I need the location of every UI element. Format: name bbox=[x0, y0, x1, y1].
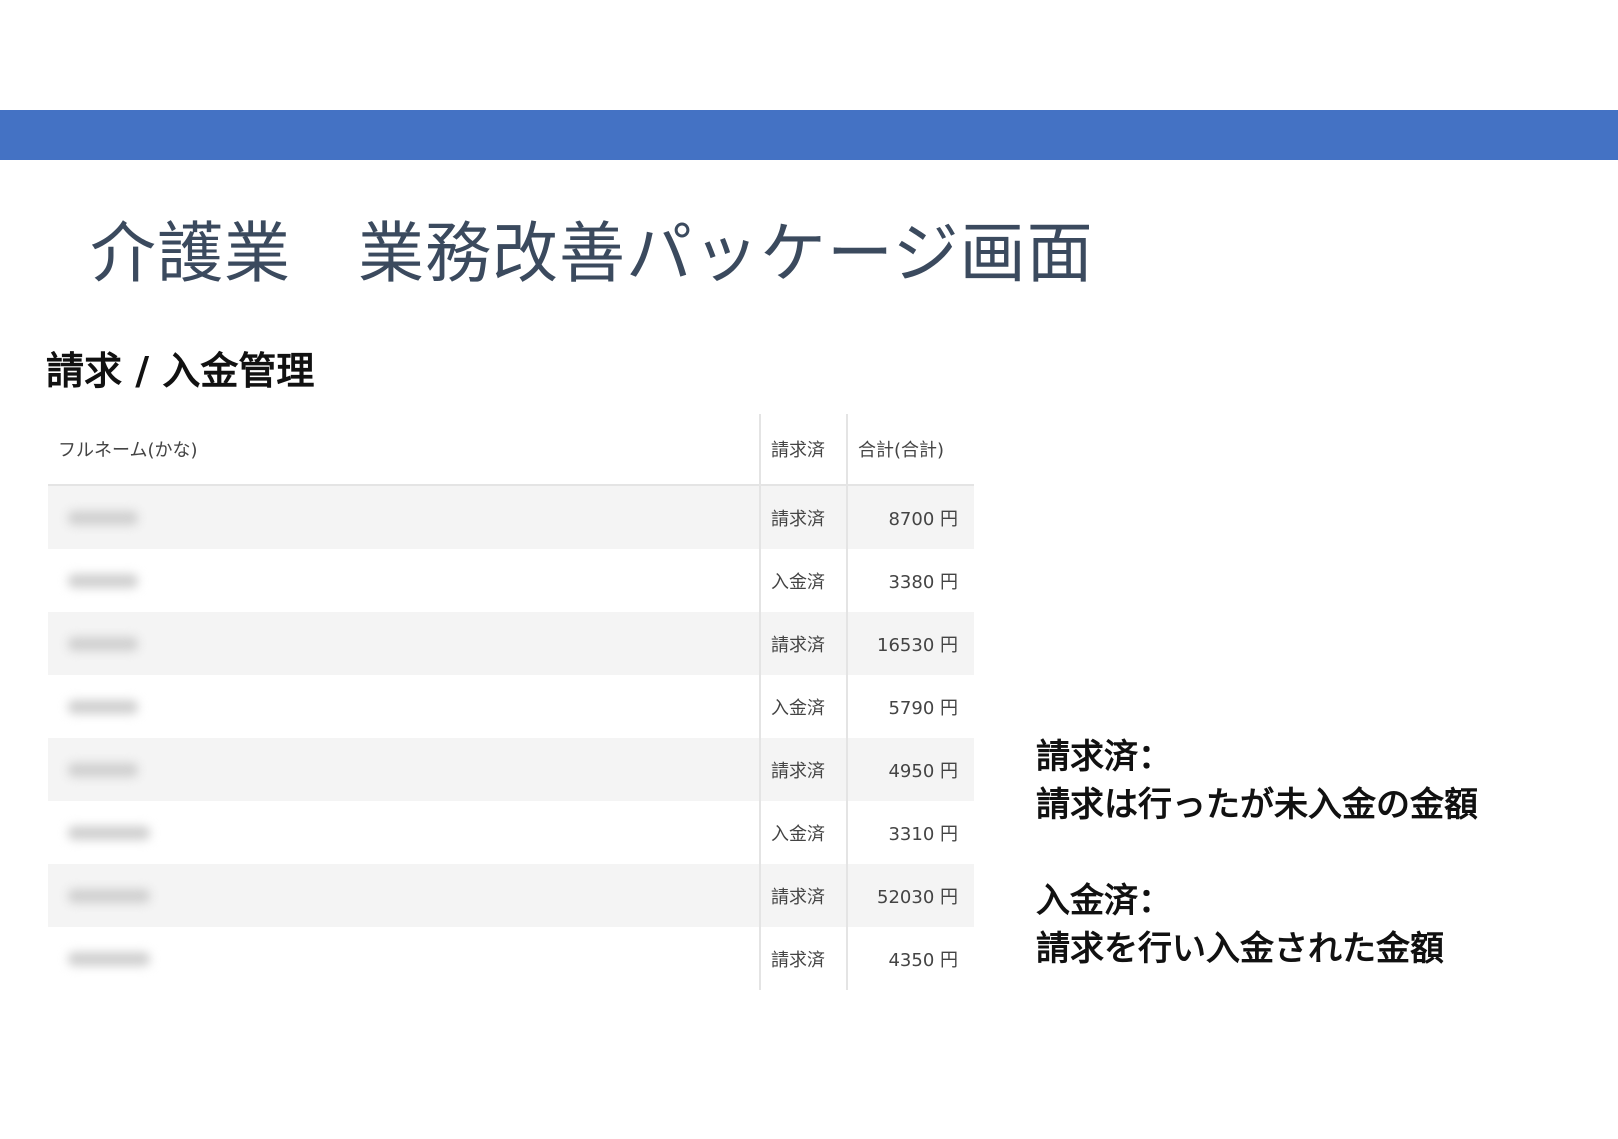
status-cell: 請求済 bbox=[759, 927, 847, 990]
legend-spacer bbox=[1036, 829, 1478, 877]
table-row[interactable]: 入金済 5790 円 bbox=[48, 675, 974, 738]
status-legend: 請求済： 請求は行ったが未入金の金額 入金済： 請求を行い入金された金額 bbox=[1036, 733, 1478, 973]
name-cell bbox=[48, 675, 760, 738]
redacted-name bbox=[68, 889, 150, 903]
table-row[interactable]: 請求済 4950 円 bbox=[48, 738, 974, 801]
column-header-total[interactable]: 合計(合計) bbox=[846, 414, 974, 486]
table-row[interactable]: 入金済 3380 円 bbox=[48, 549, 974, 612]
name-cell bbox=[48, 864, 760, 927]
total-cell: 16530 円 bbox=[846, 612, 974, 675]
total-cell: 5790 円 bbox=[846, 675, 974, 738]
total-cell: 4350 円 bbox=[846, 927, 974, 990]
status-cell: 請求済 bbox=[759, 738, 847, 801]
redacted-name bbox=[68, 637, 138, 651]
status-cell: 入金済 bbox=[759, 675, 847, 738]
name-cell bbox=[48, 801, 760, 864]
redacted-name bbox=[68, 511, 138, 525]
section-title: 請求 / 入金管理 bbox=[46, 349, 315, 393]
name-cell bbox=[48, 612, 760, 675]
legend-billed-term: 請求済： bbox=[1036, 737, 1172, 777]
status-cell: 請求済 bbox=[759, 612, 847, 675]
table-row[interactable]: 請求済 4350 円 bbox=[48, 927, 974, 990]
total-cell: 8700 円 bbox=[846, 485, 974, 549]
table-row[interactable]: 入金済 3310 円 bbox=[48, 801, 974, 864]
column-header-name[interactable]: フルネーム(かな) bbox=[48, 414, 760, 486]
total-cell: 3380 円 bbox=[846, 549, 974, 612]
redacted-name bbox=[68, 574, 138, 588]
slide: 介護業 業務改善パッケージ画面 請求 / 入金管理 フルネーム(かな) 請求済 … bbox=[0, 0, 1618, 1139]
slide-title: 介護業 業務改善パッケージ画面 bbox=[90, 215, 1094, 292]
header-band bbox=[0, 110, 1618, 160]
status-cell: 請求済 bbox=[759, 864, 847, 927]
legend-paid-description: 請求を行い入金された金額 bbox=[1036, 929, 1444, 969]
name-cell bbox=[48, 738, 760, 801]
redacted-name bbox=[68, 826, 150, 840]
total-cell: 52030 円 bbox=[846, 864, 974, 927]
status-cell: 請求済 bbox=[759, 485, 847, 549]
redacted-name bbox=[68, 952, 150, 966]
redacted-name bbox=[68, 763, 138, 777]
status-cell: 入金済 bbox=[759, 801, 847, 864]
redacted-name bbox=[68, 700, 138, 714]
table-header-row: フルネーム(かな) 請求済 合計(合計) bbox=[48, 414, 974, 486]
status-cell: 入金済 bbox=[759, 549, 847, 612]
billing-table: フルネーム(かな) 請求済 合計(合計) 請求済 8700 円 入金済 3380… bbox=[48, 414, 974, 990]
table-row[interactable]: 請求済 52030 円 bbox=[48, 864, 974, 927]
table-row[interactable]: 請求済 8700 円 bbox=[48, 485, 974, 549]
legend-billed-description: 請求は行ったが未入金の金額 bbox=[1036, 785, 1478, 825]
legend-paid-term: 入金済： bbox=[1036, 881, 1172, 921]
table-row[interactable]: 請求済 16530 円 bbox=[48, 612, 974, 675]
name-cell bbox=[48, 485, 760, 549]
total-cell: 4950 円 bbox=[846, 738, 974, 801]
billing-table-container: フルネーム(かな) 請求済 合計(合計) 請求済 8700 円 入金済 3380… bbox=[48, 414, 974, 990]
total-cell: 3310 円 bbox=[846, 801, 974, 864]
name-cell bbox=[48, 549, 760, 612]
column-header-status[interactable]: 請求済 bbox=[759, 414, 847, 486]
name-cell bbox=[48, 927, 760, 990]
